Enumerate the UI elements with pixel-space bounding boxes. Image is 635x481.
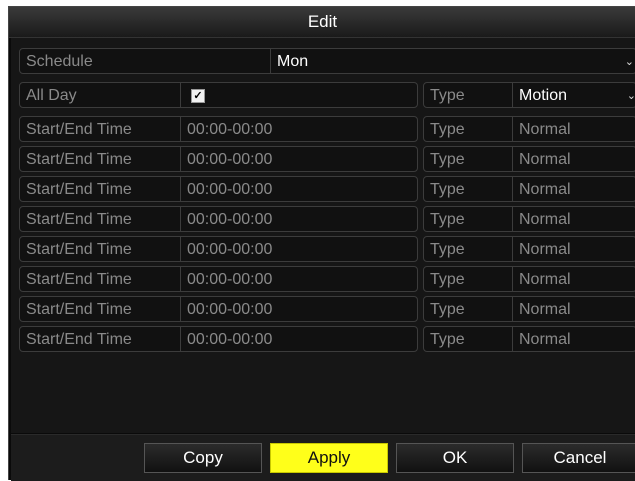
chevron-down-icon: ⌄ [627,83,635,107]
type-select[interactable]: Motion ⌄ [512,83,635,107]
period-time-row: Start/End Time 00:00-00:00 [19,206,418,232]
all-day-type-row: Type Motion ⌄ [423,82,635,108]
period-type-field[interactable]: Normal [512,267,635,291]
schedule-day-select[interactable]: Mon ⌄ [270,49,635,73]
period-label: Start/End Time [26,181,132,198]
schedule-panel: Schedule Mon ⌄ All Day ✓ Type Motion ⌄ S… [11,38,635,433]
period-time-row: Start/End Time 00:00-00:00 [19,326,418,352]
period-type-label: Type [430,301,465,318]
cancel-button[interactable]: Cancel [522,443,635,473]
period-type-row: Type Normal [423,326,635,352]
ok-button[interactable]: OK [396,443,514,473]
period-time-row: Start/End Time 00:00-00:00 [19,296,418,322]
period-type-label: Type [430,121,465,138]
period-type-label: Type [430,271,465,288]
schedule-day-value: Mon [277,53,309,70]
period-time-field[interactable]: 00:00-00:00 [180,267,417,291]
period-label: Start/End Time [26,121,132,138]
period-type-row: Type Normal [423,236,635,262]
period-time-row: Start/End Time 00:00-00:00 [19,176,418,202]
apply-button[interactable]: Apply [270,443,388,473]
period-label: Start/End Time [26,241,132,258]
period-type-field[interactable]: Normal [512,147,635,171]
period-time-field[interactable]: 00:00-00:00 [180,327,417,351]
period-type-label: Type [430,241,465,258]
period-label: Start/End Time [26,271,132,288]
period-label: Start/End Time [26,331,132,348]
chevron-down-icon: ⌄ [624,56,634,68]
period-type-field[interactable]: Normal [512,117,635,141]
all-day-cell: ✓ [180,83,417,107]
period-type-field[interactable]: Normal [512,297,635,321]
period-type-label: Type [430,151,465,168]
period-time-field[interactable]: 00:00-00:00 [180,207,417,231]
period-type-field[interactable]: Normal [512,237,635,261]
type-value: Motion [519,87,568,104]
edit-dialog: Edit Schedule Mon ⌄ All Day ✓ Type Motio… [8,6,635,481]
period-time-row: Start/End Time 00:00-00:00 [19,236,418,262]
period-time-field[interactable]: 00:00-00:00 [180,177,417,201]
period-type-field[interactable]: Normal [512,327,635,351]
dialog-title: Edit [9,7,635,38]
period-type-row: Type Normal [423,296,635,322]
period-time-field[interactable]: 00:00-00:00 [180,297,417,321]
all-day-row: All Day ✓ [19,82,418,108]
all-day-label: All Day [26,87,77,104]
schedule-label: Schedule [26,53,93,70]
period-label: Start/End Time [26,151,132,168]
period-type-label: Type [430,181,465,198]
schedule-row: Schedule Mon ⌄ [19,48,635,74]
dialog-footer: Copy Apply OK Cancel [11,434,635,481]
period-time-row: Start/End Time 00:00-00:00 [19,116,418,142]
all-day-checkbox[interactable]: ✓ [191,89,205,103]
period-label: Start/End Time [26,211,132,228]
period-type-row: Type Normal [423,146,635,172]
period-type-row: Type Normal [423,266,635,292]
period-time-row: Start/End Time 00:00-00:00 [19,146,418,172]
type-label: Type [430,87,465,104]
period-label: Start/End Time [26,301,132,318]
period-time-row: Start/End Time 00:00-00:00 [19,266,418,292]
period-type-field[interactable]: Normal [512,207,635,231]
period-type-row: Type Normal [423,206,635,232]
period-time-field[interactable]: 00:00-00:00 [180,117,417,141]
period-type-row: Type Normal [423,116,635,142]
copy-button[interactable]: Copy [144,443,262,473]
period-type-label: Type [430,211,465,228]
period-type-label: Type [430,331,465,348]
period-time-field[interactable]: 00:00-00:00 [180,237,417,261]
period-type-row: Type Normal [423,176,635,202]
period-time-field[interactable]: 00:00-00:00 [180,147,417,171]
period-type-field[interactable]: Normal [512,177,635,201]
